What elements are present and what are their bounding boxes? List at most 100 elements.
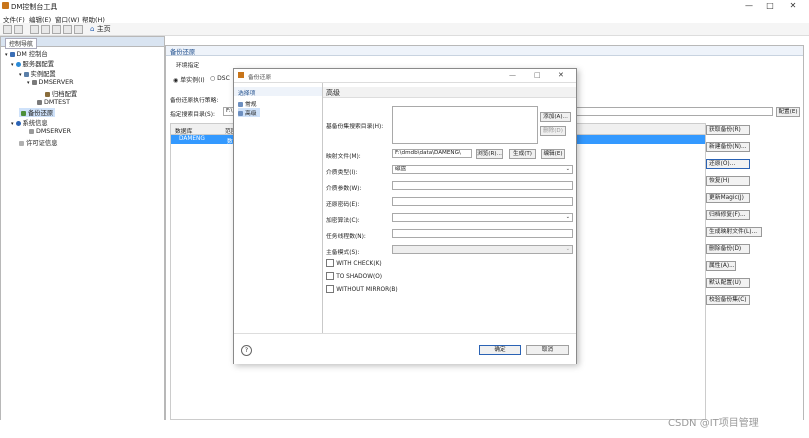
generate-button[interactable]: 生成(T) — [509, 149, 536, 159]
master-mode-select[interactable]: ⌄ — [392, 245, 573, 254]
new-backup-button[interactable]: 新建备份(N)... — [706, 142, 750, 152]
home-icon: ⌂ — [90, 25, 95, 33]
cancel-button[interactable]: 取消 — [526, 345, 569, 355]
save-icon[interactable] — [14, 25, 23, 34]
radio-dsc[interactable]: ○ DSC — [210, 75, 230, 82]
maximize-button[interactable]: □ — [763, 1, 777, 10]
media-type-select[interactable]: 磁盘 ⌄ — [392, 165, 573, 174]
verify-backup-button[interactable]: 校验备份集(C) — [706, 295, 750, 305]
generate-map-button[interactable]: 生成映射文件(L)... — [706, 227, 762, 237]
edit-button[interactable]: 编辑(E) — [541, 149, 565, 159]
server-icon — [37, 99, 42, 105]
minimize-button[interactable]: — — [742, 1, 756, 10]
restore-password-label: 还原密码(E): — [326, 202, 360, 208]
to-shadow-checkbox[interactable]: TO SHADOW(O) — [326, 272, 382, 280]
nav-item-advanced[interactable]: 高级 — [238, 108, 260, 117]
page-icon — [238, 101, 243, 107]
tree-node-label: 服务器配置 — [22, 61, 55, 68]
app-icon — [2, 2, 9, 9]
refresh-icon[interactable] — [74, 25, 83, 34]
media-param-label: 介质参数(W): — [326, 186, 362, 192]
nav-item-general[interactable]: 常规 — [238, 99, 257, 108]
task-threads-input[interactable] — [392, 229, 573, 238]
update-magic-button[interactable]: 更新Magic(J) — [706, 193, 750, 203]
radio-empty-icon: ○ — [210, 75, 216, 82]
restore-button[interactable]: 还原(O)... — [706, 159, 750, 169]
tree-node-label: DMSERVER — [36, 128, 71, 135]
map-file-label: 映射文件(M): — [326, 154, 361, 160]
tree-node-backup-restore[interactable]: 备份还原 — [19, 108, 56, 117]
config-button[interactable]: 配置(E) — [776, 107, 800, 117]
checkbox-label: WITH CHECK(K) — [336, 261, 382, 267]
info-icon — [15, 120, 21, 126]
delete-dir-button[interactable]: 删除(D) — [540, 126, 566, 136]
checkbox-box — [326, 285, 334, 293]
tree-node-dmtest[interactable]: DMTEST — [37, 99, 70, 106]
archive-repair-button[interactable]: 归档修复(F)... — [706, 210, 750, 220]
ok-button[interactable]: 确定 — [479, 345, 521, 355]
advanced-panel: 高级 基备份集搜索目录(H): 添加(A)... 删除(D) 映射文件(M): … — [323, 83, 576, 333]
properties-button[interactable]: 属性(A)... — [706, 261, 736, 271]
task-threads-label: 任务线程数(N): — [326, 234, 366, 240]
tree-node-dmserver[interactable]: ▾ DMSERVER — [27, 79, 73, 86]
delete-icon[interactable] — [63, 25, 72, 34]
default-config-button[interactable]: 默认配置(U) — [706, 278, 750, 288]
dialog-close-button[interactable]: ✕ — [558, 71, 564, 79]
section-header: 备份还原 — [166, 46, 803, 56]
radio-single-instance[interactable]: ◉ 单实例(I) — [173, 75, 205, 84]
map-file-input[interactable]: F:\dmdb\data\DAMENG\ — [392, 149, 472, 158]
media-param-input[interactable] — [392, 181, 573, 190]
dialog-title-bar: 备份还原 — □ ✕ — [234, 69, 576, 83]
tree-node-instance-config[interactable]: ▾ 实例配置 — [19, 69, 56, 78]
help-icon[interactable]: ? — [241, 345, 252, 356]
with-check-checkbox[interactable]: WITH CHECK(K) — [326, 259, 382, 267]
recover-button[interactable]: 恢复(H) — [706, 176, 750, 186]
dialog-maximize-button[interactable]: □ — [534, 71, 541, 79]
search-path-label: 指定搜索目录(S): — [170, 112, 215, 118]
checkbox-label: TO SHADOW(O) — [336, 274, 383, 280]
new-icon[interactable] — [3, 25, 12, 34]
backup-dirs-list[interactable] — [392, 106, 538, 144]
gear-icon — [15, 61, 21, 67]
tree-node-label: 备份还原 — [28, 110, 54, 117]
dialog-footer: ? 确定 取消 — [234, 333, 576, 364]
close-button[interactable]: ✕ — [786, 1, 800, 10]
copy-icon[interactable] — [30, 25, 39, 34]
tree-node-label: DMTEST — [44, 99, 70, 106]
panel-header: 高级 — [323, 87, 576, 98]
browse-button[interactable]: 浏览(R)... — [476, 149, 503, 159]
tree-node-archive-config[interactable]: 归档配置 — [45, 89, 77, 98]
tree-node-label: 归档配置 — [52, 91, 78, 98]
tree-node-dmserver-info[interactable]: DMSERVER — [29, 128, 71, 135]
media-type-label: 介质类型(I): — [326, 170, 358, 176]
dialog-title: 备份还原 — [248, 75, 272, 81]
cut-icon[interactable] — [52, 25, 61, 34]
nav-item-label: 高级 — [245, 111, 257, 117]
dialog-minimize-button[interactable]: — — [509, 71, 516, 79]
tree-node-label: 许可证信息 — [26, 140, 58, 147]
title-bar: DM控制台工具 — □ ✕ — [0, 0, 809, 12]
add-dir-button[interactable]: 添加(A)... — [540, 112, 571, 122]
encrypt-label: 加密算法(C): — [326, 218, 360, 224]
backup-icon — [21, 110, 26, 116]
backup-restore-dialog: 备份还原 — □ ✕ 选择项 常规 高级 高级 基备份集搜索目录(H): 添加(… — [233, 68, 577, 364]
tree-node-license-info[interactable]: 许可证信息 — [19, 138, 57, 147]
encrypt-select[interactable]: ⌄ — [392, 213, 573, 222]
watermark: CSDN @IT项目管理 — [668, 418, 759, 429]
backup-exec-label: 备份还原执行策略: — [170, 98, 219, 104]
server-icon — [29, 128, 34, 134]
cell-database: DAMENG — [179, 136, 205, 142]
paste-icon[interactable] — [41, 25, 50, 34]
checkbox-box — [326, 259, 334, 267]
nav-header: 选择项 — [234, 87, 322, 97]
navigation-panel: 控制导航 ▾ DM 控制台 ▾ 服务器配置 ▾ 实例配置 ▾ DMSERVER … — [0, 36, 165, 422]
tab-control-navigation[interactable]: 控制导航 — [5, 38, 38, 49]
tree-node-dm-console[interactable]: ▾ DM 控制台 — [5, 49, 48, 58]
tree-node-system-info[interactable]: ▾ 系统信息 — [11, 118, 48, 127]
without-mirror-checkbox[interactable]: WITHOUT MIRROR(B) — [326, 285, 398, 293]
tree-node-server-config[interactable]: ▾ 服务器配置 — [11, 59, 54, 68]
restore-password-input[interactable] — [392, 197, 573, 206]
home-button[interactable]: ⌂ 主页 — [90, 24, 111, 34]
get-backup-button[interactable]: 获取备份(R) — [706, 125, 750, 135]
delete-backup-button[interactable]: 删除备份(D) — [706, 244, 750, 254]
